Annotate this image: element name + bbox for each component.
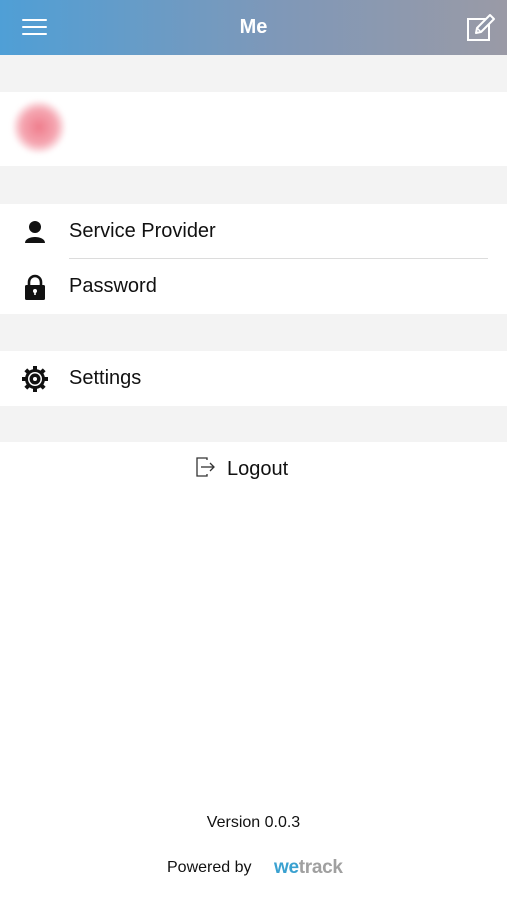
section-gap [0, 314, 507, 351]
person-icon [25, 221, 45, 243]
profile-row[interactable] [0, 92, 507, 244]
logout-button[interactable]: Logout [189, 452, 319, 488]
wetrack-logo: wetrack [274, 857, 343, 879]
section-gap [0, 55, 507, 92]
version-text: Version 0.0.3 [206, 814, 301, 831]
settings-item[interactable]: Settings [0, 351, 507, 406]
section-gap [0, 406, 507, 442]
password-label: Password [69, 275, 157, 297]
edit-compose-icon [467, 14, 495, 41]
service-provider-label: Service Provider [69, 220, 216, 242]
logout-label: Logout [227, 458, 289, 480]
powered-by-text: Powered by [167, 859, 252, 876]
password-item[interactable]: Password [0, 259, 507, 314]
avatar [12, 100, 66, 154]
brand-we: we [274, 857, 299, 878]
section-gap [0, 166, 507, 204]
nav-bar: Me [0, 0, 507, 55]
brand-track: track [298, 857, 343, 878]
page-title: Me [239, 16, 268, 38]
service-provider-item[interactable]: Service Provider [0, 204, 507, 259]
lock-icon [25, 274, 45, 300]
gear-icon [22, 366, 48, 392]
logout-icon [196, 457, 215, 477]
settings-label: Settings [69, 367, 142, 389]
edit-button[interactable] [463, 12, 497, 44]
